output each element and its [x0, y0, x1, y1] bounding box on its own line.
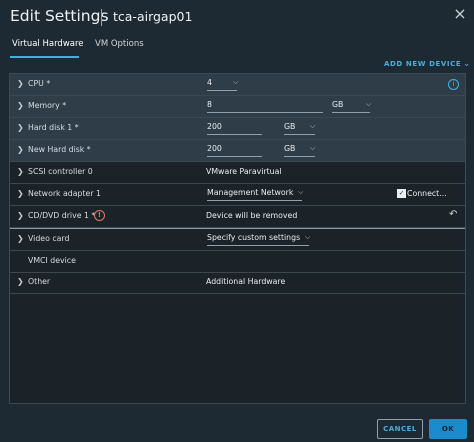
expand-chevron-icon[interactable]: ❯	[17, 211, 24, 220]
row-vmci-device: VMCI device	[10, 251, 465, 273]
connect-label: Connect...	[407, 189, 447, 198]
other-label: Other	[28, 277, 51, 286]
hard-disk-1-label: Hard disk 1 *	[28, 123, 79, 132]
row-memory[interactable]: ❯ Memory * 8 GB ⌵	[10, 96, 465, 118]
row-video-card[interactable]: ❯ Video card Specify custom settings ⌵	[10, 228, 465, 251]
cancel-button[interactable]: CANCEL	[377, 419, 423, 439]
cpu-select[interactable]: 4 ⌵	[207, 78, 239, 91]
other-value: Additional Hardware	[206, 277, 286, 286]
memory-label: Memory *	[28, 101, 67, 110]
expand-chevron-icon[interactable]: ❯	[17, 167, 24, 176]
ok-button[interactable]: OK	[429, 419, 467, 439]
new-hard-disk-unit-select[interactable]: GB ⌵	[284, 144, 315, 157]
warning-icon: !	[94, 210, 105, 221]
title-divider	[101, 9, 102, 26]
chevron-down-icon: ⌵	[366, 100, 372, 108]
expand-chevron-icon[interactable]: ❯	[17, 145, 24, 154]
dialog-title: Edit Settings	[10, 7, 109, 25]
row-hard-disk-1[interactable]: ❯ Hard disk 1 * 200 GB ⌵	[10, 118, 465, 140]
row-cd-dvd-drive[interactable]: ❯ CD/DVD drive 1 * ! Device will be remo…	[10, 206, 465, 228]
add-new-device-button[interactable]: ADD NEW DEVICE ⌄	[384, 59, 471, 68]
chevron-down-icon: ⌵	[310, 144, 316, 152]
video-card-value: Specify custom settings	[207, 233, 301, 242]
row-new-hard-disk[interactable]: ❯ New Hard disk * 200 GB ⌵	[10, 140, 465, 162]
info-icon[interactable]: i	[448, 79, 459, 90]
add-new-device-label: ADD NEW DEVICE	[384, 60, 462, 68]
cpu-label: CPU *	[28, 79, 51, 88]
chevron-down-icon: ⌵	[298, 188, 304, 196]
undo-icon[interactable]: ↶	[449, 209, 457, 220]
video-card-select[interactable]: Specify custom settings ⌵	[207, 233, 311, 246]
video-card-label: Video card	[28, 234, 70, 243]
cpu-value: 4	[207, 78, 212, 87]
cd-dvd-status: Device will be removed	[206, 211, 298, 220]
hard-disk-1-input[interactable]: 200	[207, 122, 262, 135]
vmci-device-label: VMCI device	[28, 256, 76, 265]
expand-chevron-icon[interactable]: ❯	[17, 234, 24, 243]
row-other[interactable]: ❯ Other Additional Hardware	[10, 272, 465, 294]
expand-chevron-icon[interactable]: ❯	[17, 79, 24, 88]
memory-unit: GB	[332, 100, 344, 109]
memory-input[interactable]: 8	[207, 100, 323, 113]
scsi-controller-value: VMware Paravirtual	[206, 167, 282, 176]
hard-disk-1-unit: GB	[284, 122, 296, 131]
close-icon[interactable]: ×	[452, 6, 468, 22]
row-network-adapter[interactable]: ❯ Network adapter 1 Management Network ⌵ …	[10, 184, 465, 206]
chevron-down-icon: ⌵	[305, 233, 311, 241]
row-scsi-controller[interactable]: ❯ SCSI controller 0 VMware Paravirtual	[10, 162, 465, 184]
expand-chevron-icon[interactable]: ❯	[17, 277, 24, 286]
tab-virtual-hardware[interactable]: Virtual Hardware	[12, 39, 84, 49]
memory-value: 8	[207, 100, 212, 109]
new-hard-disk-label: New Hard disk *	[28, 145, 91, 154]
vm-name: tca-airgap01	[113, 9, 193, 24]
virtual-hardware-panel: ❯ CPU * 4 ⌵ i ❯ Memory * 8 GB ⌵ ❯ Hard dis…	[9, 73, 466, 404]
memory-unit-select[interactable]: GB ⌵	[332, 100, 372, 113]
new-hard-disk-value: 200	[207, 144, 222, 153]
expand-chevron-icon[interactable]: ❯	[17, 189, 24, 198]
chevron-down-icon: ⌄	[463, 59, 471, 68]
active-tab-indicator	[10, 56, 79, 58]
cd-dvd-drive-label: CD/DVD drive 1 *	[28, 211, 96, 220]
new-hard-disk-unit: GB	[284, 144, 296, 153]
new-hard-disk-input[interactable]: 200	[207, 144, 262, 157]
row-cpu[interactable]: ❯ CPU * 4 ⌵ i	[10, 74, 465, 96]
connect-checkbox[interactable]: ✓	[397, 189, 406, 198]
expand-chevron-icon[interactable]: ❯	[17, 123, 24, 132]
hard-disk-1-value: 200	[207, 122, 222, 131]
dialog-header: Edit Settings tca-airgap01 ×	[0, 0, 474, 36]
chevron-down-icon: ⌵	[233, 78, 239, 86]
chevron-down-icon: ⌵	[310, 122, 316, 130]
expand-chevron-icon[interactable]: ❯	[17, 101, 24, 110]
network-adapter-label: Network adapter 1	[28, 189, 101, 198]
network-select[interactable]: Management Network ⌵	[207, 188, 304, 201]
hard-disk-1-unit-select[interactable]: GB ⌵	[284, 122, 315, 135]
tab-bar: Virtual Hardware VM Options	[0, 36, 474, 58]
network-value: Management Network	[207, 188, 294, 197]
scsi-controller-label: SCSI controller 0	[28, 167, 93, 176]
tab-vm-options[interactable]: VM Options	[95, 39, 144, 49]
